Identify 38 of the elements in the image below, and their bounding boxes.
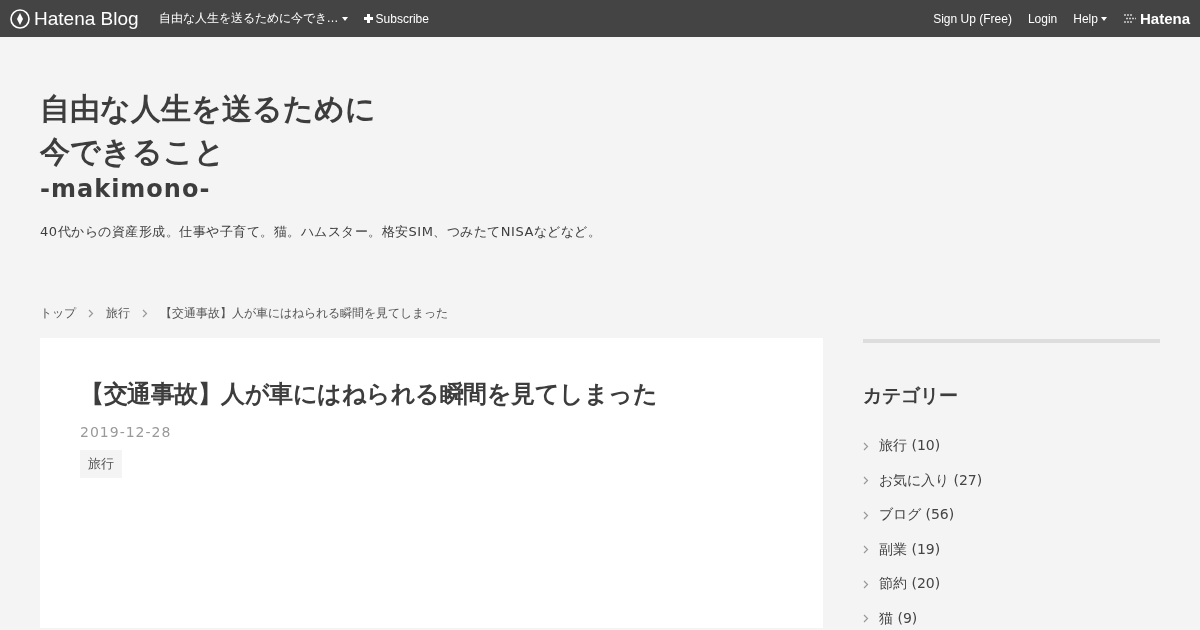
article-title[interactable]: 【交通事故】人が車にはねられる瞬間を見てしまった <box>80 376 783 412</box>
plus-icon <box>363 14 373 23</box>
chevron-icon <box>863 510 869 520</box>
category-link[interactable]: 節約 (20) <box>863 567 1160 602</box>
subscribe-link[interactable]: Subscribe <box>363 11 429 26</box>
sidebar-heading: カテゴリー <box>863 383 959 408</box>
hatena-blog-logo[interactable]: Hatena Blog <box>10 7 139 30</box>
hatena-logo[interactable]: Hatena <box>1122 10 1190 27</box>
article-date: 2019-12-28 <box>80 424 173 440</box>
breadcrumb-link[interactable]: 旅行 <box>106 305 130 322</box>
pen-nib-icon <box>10 8 30 29</box>
chevron-icon <box>863 476 869 486</box>
nav-link[interactable]: Sign Up (Free) <box>933 11 1012 26</box>
chevron-icon <box>863 579 869 589</box>
blog-description: 40代からの資産形成。仕事や子育て。猫。ハムスター。格安SIM、つみたてNISAなどなど。 <box>40 223 603 241</box>
help-menu[interactable]: Help <box>1073 11 1107 26</box>
caret-icon <box>341 16 348 21</box>
category-tag[interactable]: 旅行 <box>80 450 122 478</box>
logo-text: Hatena Blog <box>34 7 139 30</box>
category-link[interactable]: 旅行 (10) <box>863 429 1160 464</box>
chevron-icon <box>863 545 869 555</box>
category-link[interactable]: ブログ (56) <box>863 498 1160 533</box>
category-link[interactable]: 猫 (9) <box>863 601 1160 628</box>
breadcrumb-link[interactable]: 【交通事故】人が車にはねられる瞬間を見てしまった <box>160 305 448 322</box>
wave-lines-icon <box>1122 14 1137 23</box>
caret-icon <box>1100 16 1107 21</box>
logo-text: Hatena <box>1139 10 1190 27</box>
chevron-icon <box>88 309 94 318</box>
nav-link[interactable]: Login <box>1027 11 1058 26</box>
blog-title[interactable]: 自由な人生を送るために 今できること <box>40 87 1160 173</box>
category-link[interactable]: 副業 (19) <box>863 532 1160 567</box>
breadcrumb-link[interactable]: トップ <box>40 305 76 322</box>
category-link[interactable]: お気に入り (27) <box>863 463 1160 498</box>
chevron-icon <box>142 309 148 318</box>
blog-subtitle: -makimono- <box>40 175 212 203</box>
chevron-icon <box>863 614 869 624</box>
blog-menu[interactable]: 自由な人生を送るために今でき… <box>158 10 348 27</box>
chevron-icon <box>863 441 869 451</box>
